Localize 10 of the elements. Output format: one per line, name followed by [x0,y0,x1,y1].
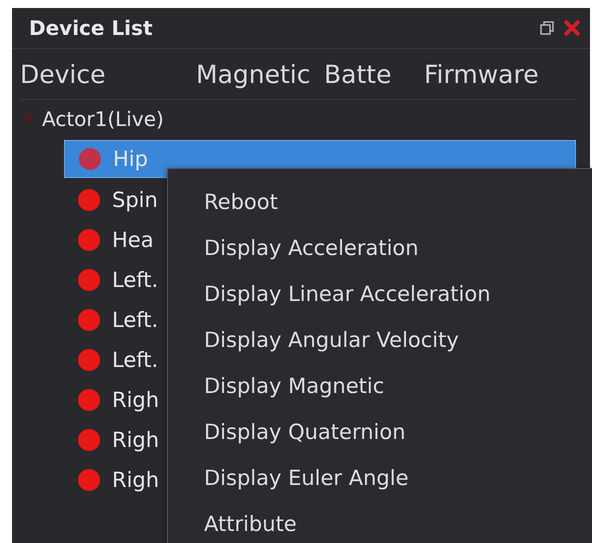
device-name: Left. [112,348,158,372]
panel-title: Device List [29,16,154,40]
device-name: Left. [112,308,158,332]
device-name: Righ [112,468,160,492]
device-name: Righ [112,388,160,412]
device-name: Left. [112,268,158,292]
device-name: Righ [112,428,160,452]
device-name: Hea [112,228,154,252]
device-name: Hip [113,147,148,171]
device-name: Spin [112,188,158,212]
